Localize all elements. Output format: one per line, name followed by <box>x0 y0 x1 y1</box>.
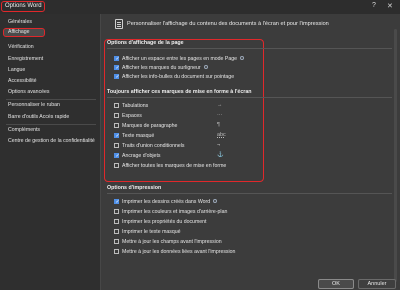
option-label: Mettre à jour les données liées avant l'… <box>122 248 236 255</box>
checkbox[interactable] <box>114 153 120 159</box>
option-label: Imprimer le texte masqué <box>122 228 181 235</box>
checkbox[interactable] <box>114 56 120 62</box>
checkbox[interactable] <box>114 219 119 224</box>
option-label: Tabulations <box>122 102 149 109</box>
info-icon <box>203 65 208 70</box>
sidebar-item-verification[interactable]: Vérification <box>8 44 34 50</box>
sidebar: Générales Affichage Vérification Enregis… <box>0 14 101 290</box>
info-icon <box>239 56 244 61</box>
section-divider <box>107 193 392 194</box>
option-label: Mettre à jour les champs avant l'impress… <box>122 238 222 245</box>
anchor-icon: ⚓ <box>217 152 224 158</box>
checkbox[interactable] <box>114 143 119 148</box>
option-label: Imprimer les couleurs et images d'arrièr… <box>122 208 228 215</box>
checkbox[interactable] <box>114 113 119 118</box>
option-label: Texte masqué <box>122 132 155 139</box>
help-icon[interactable]: ? <box>372 2 376 9</box>
section-title-print-options: Options d'impression <box>107 185 162 191</box>
info-icon <box>213 199 218 204</box>
sidebar-item-accessibilite[interactable]: Accessibilité <box>8 78 37 84</box>
title-highlight <box>1 1 45 12</box>
hidden-text-icon: abc <box>217 132 226 138</box>
optional-hyphen-icon: ¬ <box>217 142 221 148</box>
sidebar-item-affichage[interactable]: Affichage <box>3 28 45 37</box>
option-label: Espaces <box>122 112 142 119</box>
checkbox[interactable] <box>114 65 120 71</box>
checkbox[interactable] <box>114 133 120 139</box>
checkbox[interactable] <box>114 249 119 254</box>
section-divider <box>107 48 392 49</box>
option-label: Afficher les marques du surligneur <box>122 65 208 71</box>
option-label: Afficher les info-bulles du document sur… <box>122 73 235 80</box>
sidebar-item-personnaliser-ruban[interactable]: Personnaliser le ruban <box>8 102 60 108</box>
checkbox[interactable] <box>114 209 119 214</box>
sidebar-item-complements[interactable]: Compléments <box>8 127 40 133</box>
option-label: Afficher un espace entre les pages en mo… <box>122 56 244 62</box>
sidebar-item-enregistrement[interactable]: Enregistrement <box>8 56 43 62</box>
paragraph-mark-icon: ¶ <box>217 122 220 128</box>
section-title-page-display: Options d'affichage de la page <box>107 40 184 46</box>
scrollbar[interactable] <box>394 29 397 282</box>
document-display-icon <box>115 19 123 29</box>
option-label: Ancrage d'objets <box>122 152 161 159</box>
checkbox[interactable] <box>114 239 119 244</box>
cancel-button[interactable]: Annuler <box>358 279 396 289</box>
option-label: Imprimer les propriétés du document <box>122 218 207 225</box>
ok-button[interactable]: OK <box>318 279 354 289</box>
space-mark-icon: ··· <box>217 112 223 118</box>
checkbox[interactable] <box>114 229 119 234</box>
checkbox[interactable] <box>114 74 120 80</box>
option-label: Marques de paragraphe <box>122 122 178 129</box>
option-label: Afficher toutes les marques de mise en f… <box>122 162 227 169</box>
section-title-formatting-marks: Toujours afficher ces marques de mise en… <box>107 89 252 95</box>
sidebar-item-confidentialite[interactable]: Centre de gestion de la confidentialité <box>8 138 95 144</box>
option-label: Imprimer les dessins créés dans Word <box>122 199 218 205</box>
sidebar-item-options-avancees[interactable]: Options avancées <box>8 89 50 95</box>
option-label: Traits d'union conditionnels <box>122 142 185 149</box>
page-header: Personnaliser l'affichage du contenu des… <box>127 21 329 27</box>
tab-mark-icon: → <box>217 102 223 108</box>
sidebar-item-acces-rapide[interactable]: Barre d'outils Accès rapide <box>8 114 69 120</box>
checkbox[interactable] <box>114 199 120 205</box>
close-icon[interactable]: ✕ <box>387 2 393 10</box>
main-panel: Personnaliser l'affichage du contenu des… <box>101 14 400 290</box>
title-bar: Options Word ? ✕ <box>0 0 400 14</box>
sidebar-divider <box>6 124 96 125</box>
sidebar-item-generales[interactable]: Générales <box>8 19 32 25</box>
checkbox[interactable] <box>114 123 119 128</box>
sidebar-divider <box>6 99 96 100</box>
sidebar-item-langue[interactable]: Langue <box>8 67 25 73</box>
checkbox[interactable] <box>114 163 119 168</box>
checkbox[interactable] <box>114 103 119 108</box>
section-divider <box>107 97 392 98</box>
